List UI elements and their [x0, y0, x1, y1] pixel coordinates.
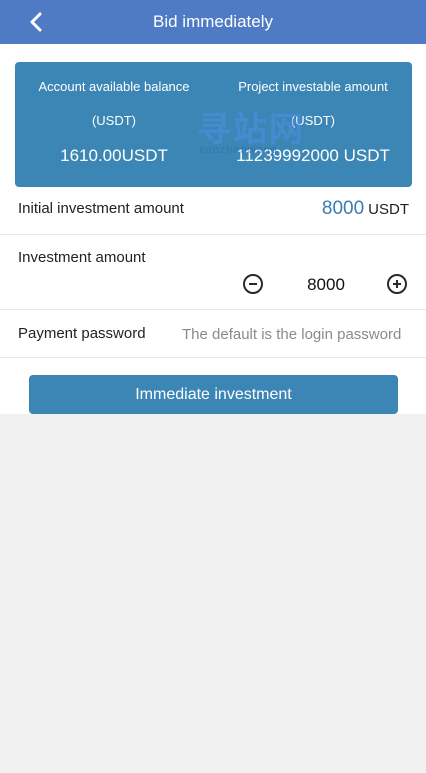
initial-investment-label: Initial investment amount: [18, 200, 184, 217]
investable-unit: (USDT): [290, 113, 336, 128]
initial-investment-row: Initial investment amount 8000 USDT: [0, 187, 426, 235]
increase-button[interactable]: [387, 274, 407, 294]
initial-investment-unit: USDT: [368, 201, 409, 218]
payment-password-row: Payment password: [0, 310, 426, 358]
immediate-investment-button[interactable]: Immediate investment: [29, 375, 398, 414]
top-nav-bar: Bid immediately: [0, 0, 426, 44]
quantity-stepper: [242, 274, 410, 298]
payment-password-label: Payment password: [18, 325, 146, 342]
investment-amount-row: Investment amount: [0, 235, 426, 310]
payment-password-input[interactable]: [182, 322, 410, 346]
balance-label: Account available balance: [38, 79, 190, 94]
balance-unit: (USDT): [91, 113, 137, 128]
investment-amount-input[interactable]: [284, 274, 368, 296]
decrease-button[interactable]: [243, 274, 263, 294]
balance-value: 1610.00USDT: [60, 146, 168, 165]
back-button[interactable]: [22, 8, 50, 36]
balance-column: Account available balance (USDT) 1610.00…: [15, 62, 213, 187]
investment-amount-label: Investment amount: [18, 249, 146, 266]
bid-form: Account available balance (USDT) 1610.00…: [0, 44, 426, 414]
investable-label: Project investable amount: [238, 79, 388, 94]
page-title: Bid immediately: [153, 12, 273, 31]
initial-investment-value: 8000 USDT: [322, 198, 409, 220]
initial-investment-number: 8000: [321, 198, 365, 219]
investable-column: Project investable amount (USDT) 1123999…: [214, 62, 412, 187]
summary-card: Account available balance (USDT) 1610.00…: [15, 62, 412, 187]
investable-value: 11239992000 USDT: [236, 146, 390, 165]
chevron-left-icon: [30, 12, 42, 32]
minus-circle-icon: [249, 283, 257, 285]
